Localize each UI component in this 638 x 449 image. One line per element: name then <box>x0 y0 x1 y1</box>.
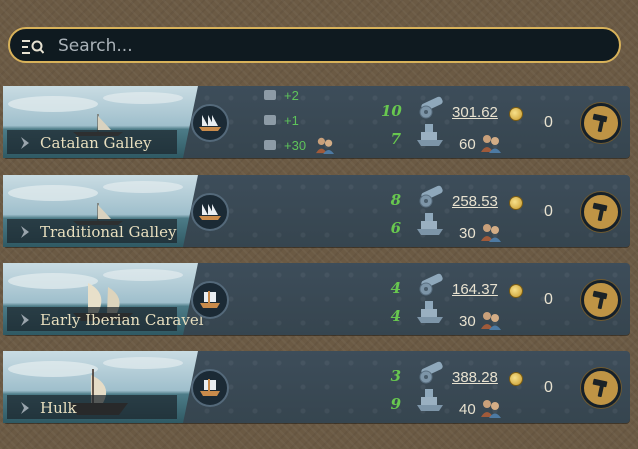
gold-coin-icon <box>509 372 523 386</box>
galley-icon <box>199 204 221 220</box>
chevron-right-icon[interactable] <box>19 401 31 415</box>
gold-cost[interactable]: 258.53 <box>452 193 498 210</box>
chevron-right-icon[interactable] <box>19 313 31 327</box>
crew-icon <box>481 400 501 418</box>
ship-row[interactable]: Catalan Galley +2 +1 +30 10 7 301.62 60 0 <box>3 86 630 158</box>
ship-row[interactable]: Traditional Galley 8 6 258.53 30 0 <box>3 175 630 247</box>
cannon-value: 4 <box>390 279 401 297</box>
hull-value: 4 <box>390 307 401 325</box>
cannon-value: 3 <box>390 367 401 385</box>
build-button[interactable] <box>581 103 621 143</box>
modifier-value: +30 <box>284 138 307 153</box>
hammer-icon <box>592 202 608 222</box>
ship-type-badge <box>191 193 229 231</box>
ship-row[interactable]: Early Iberian Caravel 4 4 164.37 30 0 <box>3 263 630 335</box>
galley-icon <box>199 115 221 131</box>
cannon-icon <box>264 90 276 100</box>
hull-icon <box>417 301 443 323</box>
build-button[interactable] <box>581 368 621 408</box>
ship-count: 0 <box>544 203 553 220</box>
crew-cost: 30 <box>459 313 476 330</box>
cannon-icon <box>419 185 443 208</box>
hull-icon <box>417 389 443 411</box>
hull-icon <box>264 115 276 125</box>
hull-icon <box>417 124 443 146</box>
hull-value: 6 <box>390 219 401 237</box>
gold-cost[interactable]: 301.62 <box>452 104 498 121</box>
hammer-icon <box>592 290 608 310</box>
hammer-icon <box>592 113 608 133</box>
sailing-ship-icon <box>200 291 220 308</box>
build-button[interactable] <box>581 192 621 232</box>
chevron-right-icon[interactable] <box>19 136 31 150</box>
ship-name: Hulk <box>40 399 77 417</box>
chevron-right-icon[interactable] <box>19 225 31 239</box>
hull-icon <box>264 140 276 150</box>
crew-cost: 30 <box>459 225 476 242</box>
ship-row[interactable]: Hulk 3 9 388.28 40 0 <box>3 351 630 423</box>
gold-cost[interactable]: 388.28 <box>452 369 498 386</box>
cannon-icon <box>419 96 443 119</box>
search-bar[interactable] <box>8 27 621 63</box>
cannon-value: 10 <box>381 102 402 120</box>
name-bar <box>7 395 177 419</box>
crew-icon <box>481 312 501 330</box>
ship-type-badge <box>191 281 229 319</box>
gold-coin-icon <box>509 196 523 210</box>
hull-icon <box>417 213 443 235</box>
gold-cost[interactable]: 164.37 <box>452 281 498 298</box>
ship-name: Traditional Galley <box>40 223 177 241</box>
crew-icon <box>481 224 501 242</box>
modifier-value: +1 <box>284 113 299 128</box>
ship-type-badge <box>191 104 229 142</box>
hull-value: 7 <box>390 130 401 148</box>
ship-name: Catalan Galley <box>40 134 152 152</box>
ship-count: 0 <box>544 114 553 131</box>
cannon-value: 8 <box>390 191 401 209</box>
ship-count: 0 <box>544 291 553 308</box>
sailing-ship-icon <box>200 379 220 396</box>
gold-coin-icon <box>509 284 523 298</box>
crew-icon <box>316 137 334 154</box>
ship-name: Early Iberian Caravel <box>40 311 204 329</box>
gold-coin-icon <box>509 107 523 121</box>
hull-value: 9 <box>390 395 401 413</box>
crew-cost: 40 <box>459 401 476 418</box>
cannon-icon <box>419 361 443 384</box>
search-input[interactable] <box>56 32 600 60</box>
modifier-value: +2 <box>284 88 299 103</box>
hammer-icon <box>592 378 608 398</box>
ship-type-badge <box>191 369 229 407</box>
crew-cost: 60 <box>459 136 476 153</box>
crew-icon <box>481 135 501 153</box>
ship-count: 0 <box>544 379 553 396</box>
build-button[interactable] <box>581 280 621 320</box>
cannon-icon <box>419 273 443 296</box>
filter-list-icon[interactable] <box>22 39 44 55</box>
